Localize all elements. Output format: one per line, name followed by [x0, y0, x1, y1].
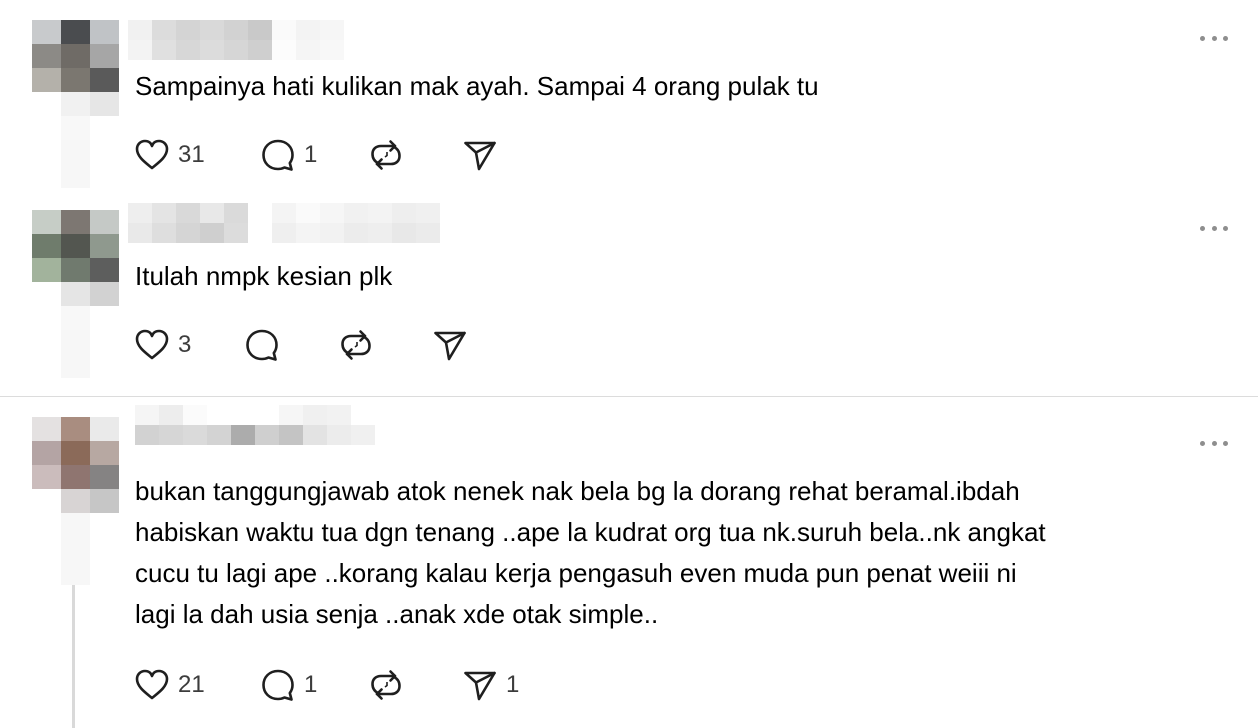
share-button[interactable] [432, 327, 476, 363]
reply-count: 1 [304, 141, 318, 168]
like-button[interactable]: 31 [134, 137, 260, 173]
heart-icon [135, 139, 169, 170]
repost-arrows-icon [341, 330, 371, 360]
reply-button[interactable] [244, 327, 338, 363]
post-3: bukan tanggungjawab atok nenek nak bela … [0, 397, 1258, 728]
thread-line [72, 585, 75, 728]
like-button[interactable]: 21 [134, 667, 260, 703]
speech-bubble-icon [262, 669, 294, 701]
like-count: 31 [178, 141, 205, 168]
like-count: 3 [178, 331, 192, 358]
share-count: 1 [506, 671, 520, 698]
username-blurred[interactable] [128, 20, 344, 60]
more-options-icon[interactable] [1200, 224, 1228, 232]
post-text: bukan tanggungjawab atok nenek nak bela … [135, 476, 1046, 629]
repost-button[interactable] [368, 667, 462, 703]
avatar[interactable] [32, 417, 148, 585]
post-text: Itulah nmpk kesian plk [135, 261, 393, 291]
heart-icon [135, 329, 169, 360]
paper-plane-icon [464, 141, 496, 171]
paper-plane-icon [464, 671, 496, 701]
repost-arrows-icon [371, 140, 401, 170]
post-text: Sampainya hati kulikan mak ayah. Sampai … [135, 71, 819, 101]
more-options-icon[interactable] [1200, 439, 1228, 447]
action-bar: 31 1 [134, 137, 506, 173]
share-button[interactable]: 1 [462, 667, 519, 703]
repost-button[interactable] [368, 137, 462, 173]
paper-plane-icon [434, 331, 466, 361]
speech-bubble-icon [246, 329, 278, 361]
like-count: 21 [178, 671, 205, 698]
username-blurred[interactable] [135, 405, 375, 445]
repost-button[interactable] [338, 327, 432, 363]
repost-arrows-icon [371, 670, 401, 700]
post-1: Sampainya hati kulikan mak ayah. Sampai … [0, 0, 1258, 200]
like-button[interactable]: 3 [134, 327, 244, 363]
action-bar: 21 1 1 [134, 667, 519, 703]
reply-button[interactable]: 1 [260, 667, 368, 703]
reply-button[interactable]: 1 [260, 137, 368, 173]
username-blurred[interactable] [128, 203, 440, 243]
share-button[interactable] [462, 137, 506, 173]
post-2: Itulah nmpk kesian plk 3 [0, 200, 1258, 396]
speech-bubble-icon [262, 139, 294, 171]
heart-icon [135, 669, 169, 700]
action-bar: 3 [134, 327, 476, 363]
reply-count: 1 [304, 671, 318, 698]
more-options-icon[interactable] [1200, 34, 1228, 42]
